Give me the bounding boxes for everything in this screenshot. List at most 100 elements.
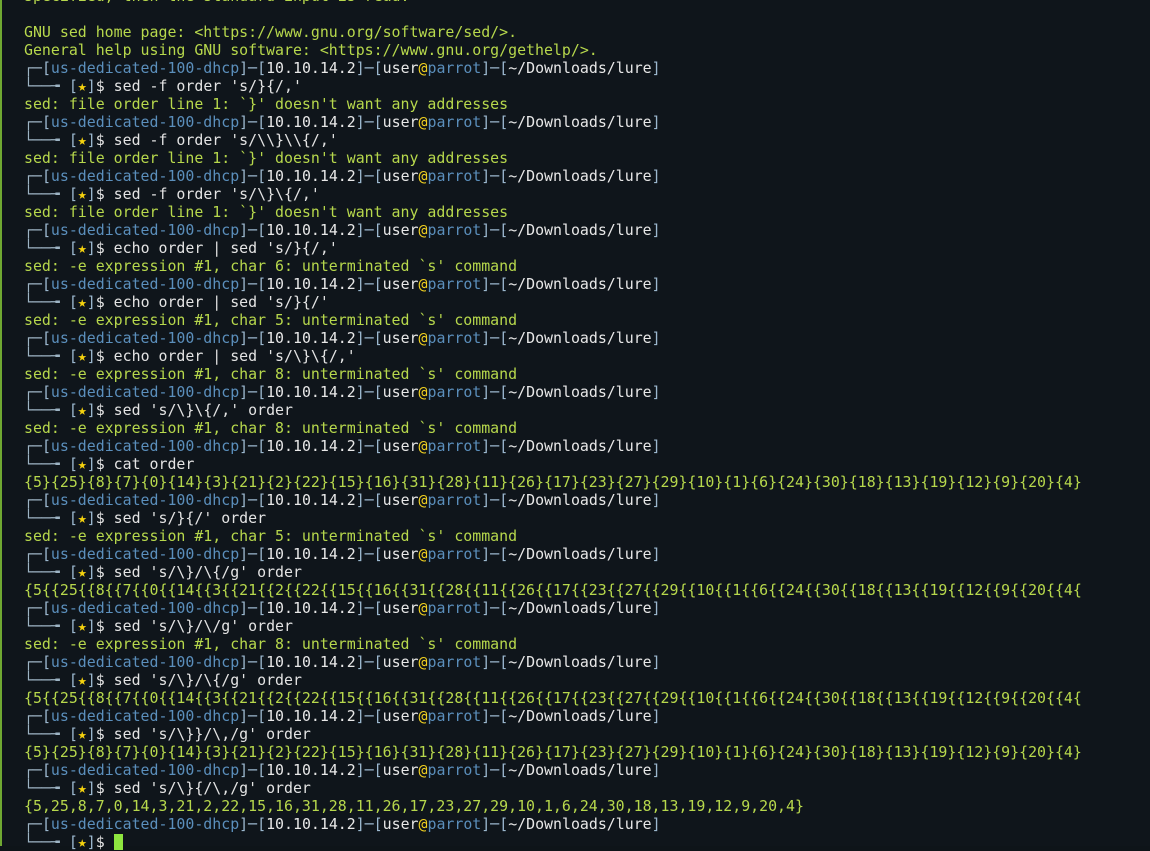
- prompt-corner: └──╼: [24, 455, 69, 473]
- command-line: └──╼ [★]$ sed -f order 's/\\}\\{/,': [24, 131, 1082, 149]
- prompt-corner: └──╼: [24, 401, 69, 419]
- prompt-user: user: [382, 275, 419, 293]
- output-text: {5}{25}{8}{7}{0}{14}{3}{21}{2}{22}{15}{1…: [24, 743, 1082, 761]
- prompt-bracket: [: [41, 275, 51, 293]
- prompt-bracket: [: [41, 167, 51, 185]
- prompt-bracket: ]─[: [355, 707, 383, 725]
- prompt-bracket: ]─[: [355, 275, 383, 293]
- prompt-bracket: ]: [86, 455, 96, 473]
- prompt-user: user: [382, 59, 419, 77]
- prompt-path: ~/Downloads/lure: [508, 599, 652, 617]
- command-line: └──╼ [★]$ sed 's/\}/\/g' order: [24, 617, 1082, 635]
- prompt-bracket: ]: [651, 599, 661, 617]
- output-text: sed: -e expression #1, char 5: untermina…: [24, 527, 518, 545]
- prompt-bracket: ]: [651, 761, 661, 779]
- prompt-bracket: [: [68, 455, 78, 473]
- prompt-bracket: ]─[: [481, 167, 509, 185]
- prompt-bracket: ]: [86, 131, 96, 149]
- output-text: General help using GNU software: <https:…: [24, 41, 598, 59]
- command-text: sed 's/\}/\/g' order: [113, 617, 293, 635]
- prompt-path: ~/Downloads/lure: [508, 113, 652, 131]
- output-text: sed: -e expression #1, char 8: untermina…: [24, 635, 518, 653]
- prompt-corner: └──╼: [24, 617, 69, 635]
- terminal-window[interactable]: specified, then the standard input is re…: [0, 0, 1150, 851]
- prompt-dollar: $: [95, 725, 105, 743]
- prompt-bracket: ]: [86, 401, 96, 419]
- output-text: {5{{25{{8{{7{{0{{14{{3{{21{{2{{22{{15{{1…: [24, 581, 1082, 599]
- prompt-ip: 10.10.14.2: [266, 545, 356, 563]
- prompt-hostname: us-dedicated-100-dhcp: [50, 761, 240, 779]
- prompt-dollar: $: [95, 455, 105, 473]
- prompt-bracket: ]─[: [481, 383, 509, 401]
- prompt-bracket: [: [41, 383, 51, 401]
- output-text: sed: -e expression #1, char 6: untermina…: [24, 257, 518, 275]
- prompt-bracket: ]─[: [355, 383, 383, 401]
- prompt-user: user: [382, 383, 419, 401]
- output-text: sed: -e expression #1, char 8: untermina…: [24, 365, 518, 383]
- prompt-bracket: ]: [86, 563, 96, 581]
- output-text: {5,25,8,7,0,14,3,21,2,22,15,16,31,28,11,…: [24, 797, 804, 815]
- prompt-dollar: $: [95, 563, 105, 581]
- prompt-hostname: us-dedicated-100-dhcp: [50, 599, 240, 617]
- prompt-ip: 10.10.14.2: [266, 599, 356, 617]
- prompt-bracket: [: [41, 815, 51, 833]
- prompt-hostname: us-dedicated-100-dhcp: [50, 329, 240, 347]
- prompt-bracket: [: [68, 509, 78, 527]
- prompt-bracket: ]: [651, 59, 661, 77]
- prompt-bracket: ]: [651, 113, 661, 131]
- prompt-dollar: $: [95, 401, 105, 419]
- prompt-path: ~/Downloads/lure: [508, 59, 652, 77]
- prompt-bracket: [: [41, 437, 51, 455]
- prompt-line: ┌─[us-dedicated-100-dhcp]─[10.10.14.2]─[…: [24, 221, 1082, 239]
- star-icon: ★: [77, 455, 87, 473]
- prompt-host: parrot: [427, 113, 482, 131]
- prompt-bracket: ]─[: [355, 329, 383, 347]
- output-line: sed: -e expression #1, char 6: untermina…: [24, 257, 1082, 275]
- prompt-host: parrot: [427, 545, 482, 563]
- prompt-ip: 10.10.14.2: [266, 653, 356, 671]
- prompt-host: parrot: [427, 275, 482, 293]
- command-line: └──╼ [★]$: [24, 833, 1082, 851]
- prompt-user: user: [382, 113, 419, 131]
- prompt-bracket: ]: [86, 239, 96, 257]
- prompt-path: ~/Downloads/lure: [508, 221, 652, 239]
- prompt-host: parrot: [427, 815, 482, 833]
- prompt-bracket: ]─[: [481, 761, 509, 779]
- command-text: sed -f order 's/\}\{/,': [113, 185, 320, 203]
- prompt-corner: └──╼: [24, 185, 69, 203]
- command-text: sed 's/\}}/\,/g' order: [113, 725, 311, 743]
- prompt-line: ┌─[us-dedicated-100-dhcp]─[10.10.14.2]─[…: [24, 761, 1082, 779]
- prompt-bracket: [: [68, 779, 78, 797]
- output-text: sed: -e expression #1, char 8: untermina…: [24, 419, 518, 437]
- prompt-bracket: ]─[: [481, 437, 509, 455]
- prompt-corner: ┌─: [24, 815, 42, 833]
- output-text: GNU sed home page: <https://www.gnu.org/…: [24, 23, 518, 41]
- prompt-hostname: us-dedicated-100-dhcp: [50, 545, 240, 563]
- prompt-bracket: [: [41, 653, 51, 671]
- star-icon: ★: [77, 347, 87, 365]
- command-text: echo order | sed 's/}{/,': [113, 239, 338, 257]
- prompt-host: parrot: [427, 653, 482, 671]
- prompt-bracket: ]─[: [239, 383, 267, 401]
- prompt-dollar: $: [95, 779, 105, 797]
- prompt-bracket: [: [68, 185, 78, 203]
- prompt-corner: ┌─: [24, 113, 42, 131]
- prompt-host: parrot: [427, 437, 482, 455]
- prompt-ip: 10.10.14.2: [266, 761, 356, 779]
- prompt-corner: ┌─: [24, 599, 42, 617]
- output-line: {5,25,8,7,0,14,3,21,2,22,15,16,31,28,11,…: [24, 797, 1082, 815]
- header-line: GNU sed home page: <https://www.gnu.org/…: [24, 23, 1082, 41]
- prompt-hostname: us-dedicated-100-dhcp: [50, 653, 240, 671]
- prompt-corner: └──╼: [24, 347, 69, 365]
- prompt-dollar: $: [95, 185, 105, 203]
- prompt-corner: └──╼: [24, 779, 69, 797]
- prompt-bracket: ]─[: [239, 59, 267, 77]
- cursor[interactable]: [113, 834, 123, 850]
